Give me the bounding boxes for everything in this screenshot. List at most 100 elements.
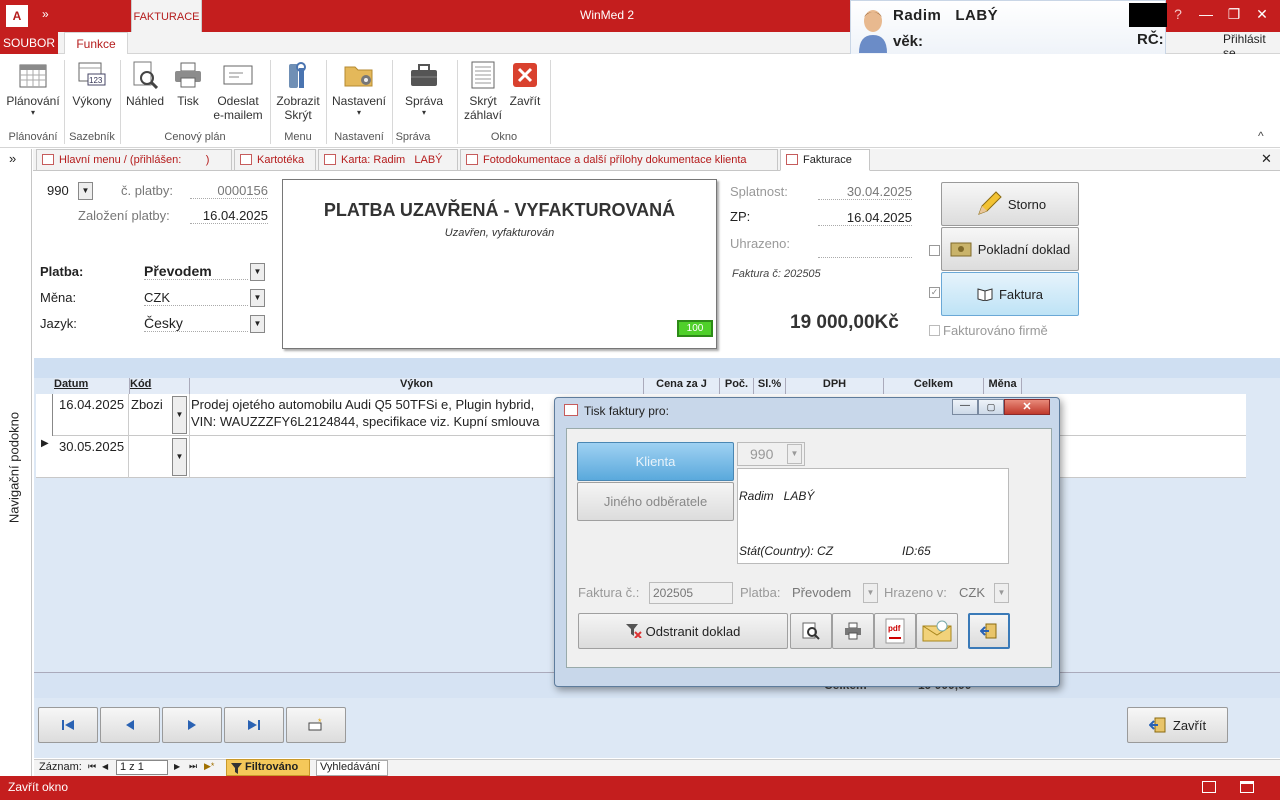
jiny-odberatel-button[interactable]: Jiného odběratele (577, 482, 734, 521)
close-form-button[interactable]: Zavřít (1127, 707, 1228, 743)
faktura-checkbox[interactable]: ✓ (929, 287, 940, 298)
tools-icon (283, 60, 313, 90)
chevron-down-icon[interactable]: ▼ (994, 583, 1009, 603)
faktura-button[interactable]: Faktura (941, 272, 1079, 316)
tisk-button[interactable]: Tisk (170, 60, 206, 108)
record-last-icon[interactable]: ⏭ (189, 761, 197, 772)
prev-record-button[interactable] (100, 707, 160, 743)
minimize-button[interactable]: — (1196, 6, 1216, 22)
chevron-down-icon[interactable]: ▼ (787, 444, 802, 464)
new-record-button[interactable]: * (286, 707, 346, 743)
storno-button[interactable]: Storno (941, 182, 1079, 226)
nav-toggle-icon[interactable]: » (9, 151, 16, 166)
record-current-input[interactable]: 1 z 1 (116, 760, 168, 775)
close-tab-icon[interactable]: ✕ (1261, 151, 1272, 167)
number-select-value[interactable]: 990 (47, 183, 69, 198)
quick-access-toolbar[interactable]: » (42, 7, 49, 21)
search-input[interactable]: Vyhledávání (316, 760, 388, 776)
remove-document-button[interactable]: Odstranit doklad (578, 613, 788, 649)
nastaveni-button[interactable]: Nastavení ▾ (330, 60, 388, 117)
vykony-button[interactable]: 123 Výkony (68, 60, 116, 108)
skryt-zahlavi-button[interactable]: Skrýt záhlaví (462, 60, 504, 122)
filter-toggle[interactable]: Filtrováno (226, 759, 310, 776)
chevron-down-icon[interactable]: ▼ (172, 396, 187, 434)
nahled-button[interactable]: Náhled (124, 60, 166, 108)
fakturovano-checkbox[interactable] (929, 325, 940, 336)
tab-kartoteka[interactable]: Kartotéka (234, 149, 316, 171)
help-icon[interactable]: ? (1168, 6, 1188, 22)
record-new-icon[interactable]: ▶* (204, 761, 214, 772)
tab-karta[interactable]: Karta: Radim LABÝ (318, 149, 458, 171)
dialog-pdf-button[interactable]: pdf (874, 613, 916, 649)
dialog-preview-button[interactable] (790, 613, 832, 649)
dialog-exit-button[interactable] (968, 613, 1010, 649)
row1-kod[interactable]: Zbozi (131, 397, 163, 412)
col-sl[interactable]: Sl.% (754, 378, 786, 394)
user-avatar-icon (859, 10, 887, 53)
tab-fakturace[interactable]: Fakturace (780, 149, 870, 171)
dialog-print-button[interactable] (832, 613, 874, 649)
tab-hlavni-menu[interactable]: Hlavní menu / (přihlášen: ) (36, 149, 232, 171)
restore-button[interactable]: ❐ (1224, 6, 1244, 23)
chevron-down-icon[interactable]: ▼ (250, 263, 265, 281)
window-title: WinMed 2 (580, 8, 635, 22)
dialog-email-button[interactable] (916, 613, 958, 649)
dialog-faktura-input[interactable]: 202505 (649, 582, 733, 604)
zobrazit-skryt-button[interactable]: Zobrazit Skrýt (274, 60, 322, 122)
dialog-close-button[interactable]: ✕ (1004, 399, 1050, 415)
folder-gear-icon (344, 60, 374, 90)
pokladni-doklad-button[interactable]: Pokladní doklad (941, 227, 1079, 271)
chevron-down-icon[interactable]: ▼ (250, 315, 265, 333)
klienta-button[interactable]: Klienta (577, 442, 734, 481)
row2-datum[interactable]: 30.05.2025 (59, 439, 124, 454)
chevron-down-icon[interactable]: ▼ (172, 438, 187, 476)
chevron-down-icon[interactable]: ▼ (250, 289, 265, 307)
platba-select[interactable]: Převodem (144, 263, 248, 280)
user-rc-label: RČ: (1137, 31, 1164, 48)
pokladni-checkbox[interactable] (929, 245, 940, 256)
file-menu[interactable]: SOUBOR (0, 32, 58, 54)
sprava-button[interactable]: Správa ▾ (398, 60, 450, 117)
app-icon[interactable]: A (6, 5, 28, 27)
record-first-icon[interactable]: ⏮ (88, 761, 96, 772)
row1-vykon-line1[interactable]: Prodej ojetého automobilu Audi Q5 50TFSi… (191, 397, 551, 412)
printer-icon (845, 622, 861, 640)
chevron-down-icon[interactable]: ▼ (863, 583, 878, 603)
col-datum[interactable]: Datum (54, 378, 130, 394)
dialog-platba-select[interactable]: Převodem (792, 585, 851, 600)
mena-select[interactable]: CZK (144, 290, 248, 306)
layout-view-icon[interactable] (1240, 781, 1254, 793)
tab-fotodokumentace[interactable]: Fotodokumentace a další přílohy dokument… (460, 149, 778, 171)
zavrit-ribbon-button[interactable]: Zavřít (506, 60, 544, 108)
form-view-icon[interactable] (1202, 781, 1216, 793)
filter-icon (231, 763, 242, 774)
col-kod[interactable]: Kód (130, 378, 190, 394)
c-platby-value: 0000156 (190, 183, 268, 199)
first-record-button[interactable] (38, 707, 98, 743)
dialog-minimize-button[interactable]: — (952, 399, 978, 415)
dialog-maximize-button[interactable]: ▢ (978, 399, 1004, 415)
close-window-button[interactable]: ✕ (1252, 6, 1272, 23)
col-celkem[interactable]: Celkem (884, 378, 984, 394)
next-record-button[interactable] (162, 707, 222, 743)
col-cena[interactable]: Cena za J (644, 378, 720, 394)
col-mena[interactable]: Měna (984, 378, 1022, 394)
record-next-icon[interactable]: ▶ (174, 762, 180, 771)
row1-datum[interactable]: 16.04.2025 (59, 397, 124, 412)
collapse-ribbon-icon[interactable]: ^ (1258, 129, 1264, 143)
record-prev-icon[interactable]: ◀ (102, 762, 108, 771)
context-tab-fakturace[interactable]: FAKTURACE (131, 0, 202, 32)
odeslat-emailem-button[interactable]: Odeslat e-mailem (208, 60, 268, 122)
col-poc[interactable]: Poč. (720, 378, 754, 394)
col-vykon[interactable]: Výkon (190, 378, 644, 394)
last-record-button[interactable] (224, 707, 284, 743)
jazyk-select[interactable]: Česky (144, 315, 248, 332)
tab-funkce[interactable]: Funkce (64, 32, 128, 55)
row1-vykon-line2[interactable]: VIN: WAUZZZFY6L2124844, specifikace viz.… (191, 414, 551, 429)
chevron-down-icon[interactable]: ▼ (78, 182, 93, 200)
dialog-hrazeno-select[interactable]: CZK (959, 585, 985, 600)
planovani-button[interactable]: Plánování ▾ (4, 60, 62, 117)
col-dph[interactable]: DPH (786, 378, 884, 394)
navigation-pane-label[interactable]: Navigační podokno (7, 408, 22, 528)
address-box: Radim LABÝ Stát(Country): CZ ID:65 (737, 468, 1009, 564)
